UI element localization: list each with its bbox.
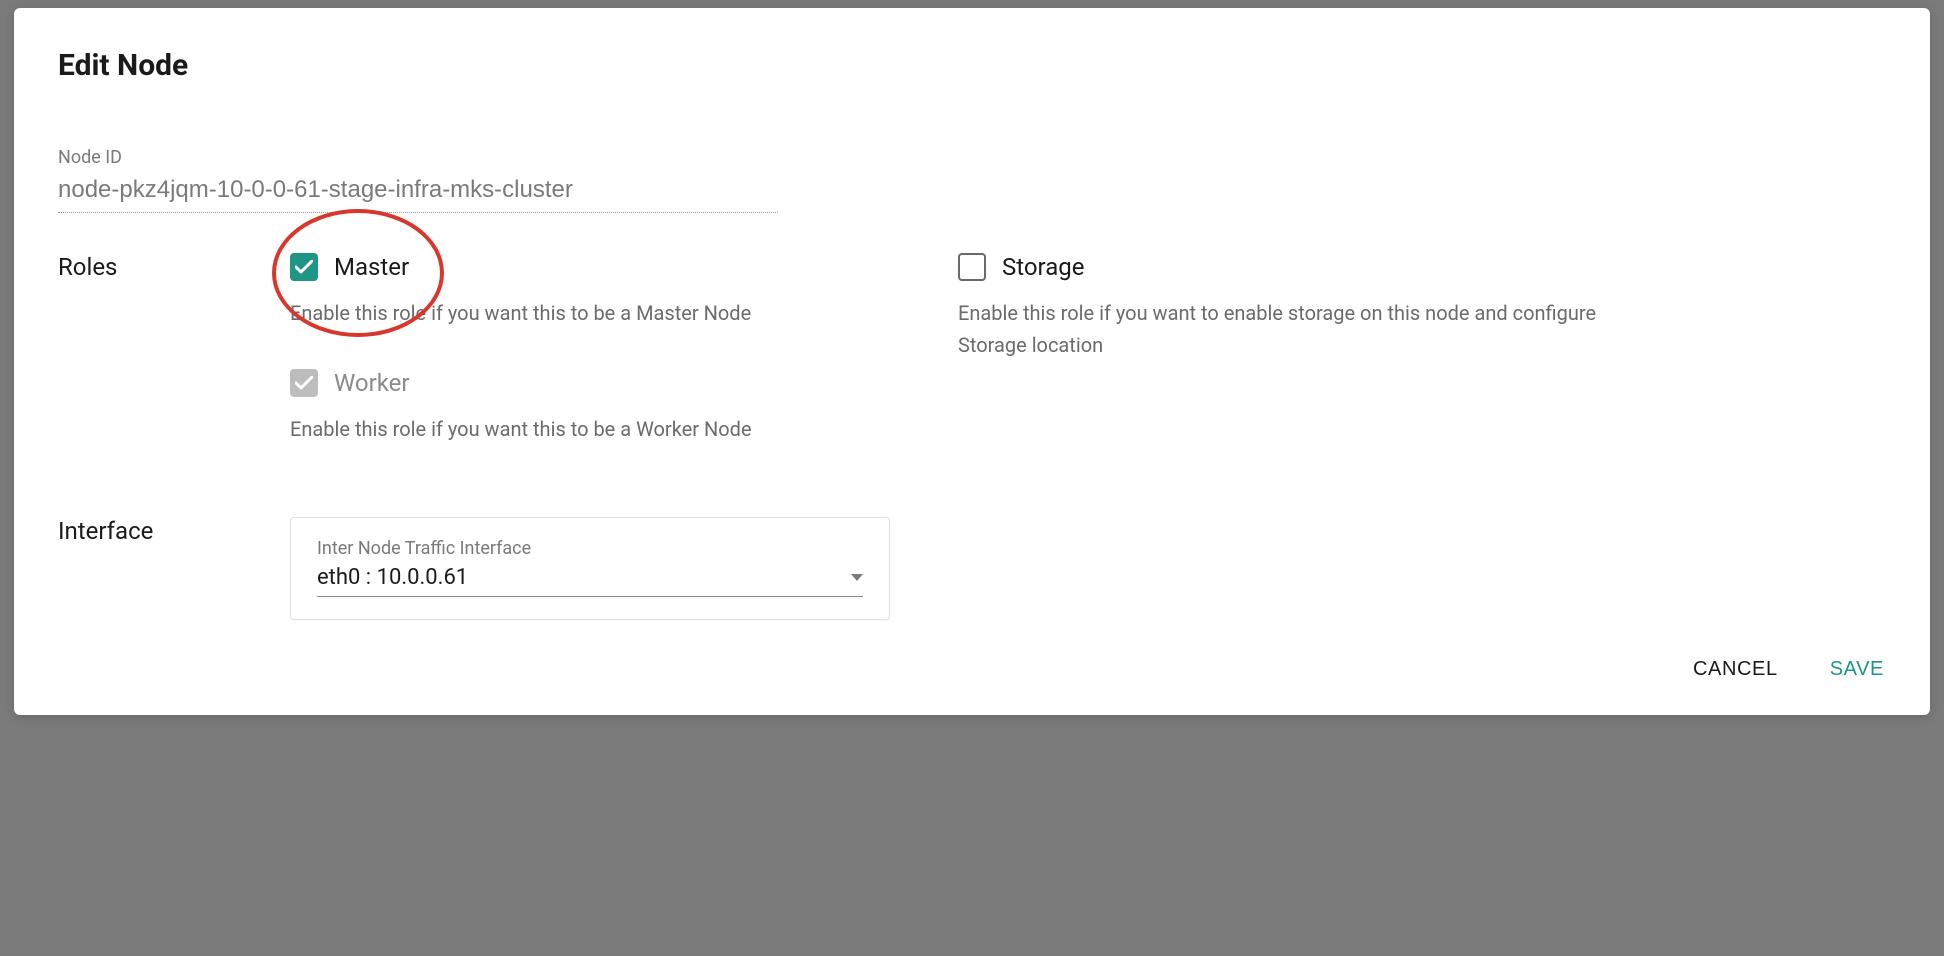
storage-checkbox[interactable] — [958, 253, 986, 281]
master-checkbox-row: Master — [290, 253, 894, 281]
chevron-down-icon — [851, 574, 863, 581]
save-button[interactable]: SAVE — [1828, 652, 1886, 687]
master-helper: Enable this role if you want this to be … — [290, 297, 894, 329]
edit-node-dialog: Edit Node Node ID Roles Master Enable th… — [14, 8, 1930, 715]
interface-row: Interface Inter Node Traffic Interface e… — [58, 517, 1886, 620]
check-icon — [295, 376, 313, 390]
master-label: Master — [334, 253, 409, 281]
check-icon — [295, 260, 313, 274]
dialog-actions: CANCEL SAVE — [58, 652, 1886, 687]
roles-col-left: Master Enable this role if you want this… — [290, 253, 894, 485]
interface-select[interactable]: eth0 : 10.0.0.61 — [317, 561, 863, 597]
roles-container: Master Enable this role if you want this… — [290, 253, 1886, 485]
interface-select-value: eth0 : 10.0.0.61 — [317, 565, 468, 590]
roles-label: Roles — [58, 253, 290, 281]
node-id-label: Node ID — [58, 147, 1886, 168]
worker-label: Worker — [334, 369, 410, 397]
interface-select-label: Inter Node Traffic Interface — [317, 538, 863, 559]
cancel-button[interactable]: CANCEL — [1691, 652, 1780, 687]
roles-col-right: Storage Enable this role if you want to … — [958, 253, 1598, 485]
node-id-input[interactable] — [58, 172, 778, 213]
worker-helper: Enable this role if you want this to be … — [290, 413, 894, 445]
interface-label: Interface — [58, 517, 290, 545]
worker-checkbox — [290, 369, 318, 397]
storage-checkbox-row: Storage — [958, 253, 1598, 281]
storage-helper: Enable this role if you want to enable s… — [958, 297, 1598, 361]
worker-checkbox-row: Worker — [290, 369, 894, 397]
master-checkbox[interactable] — [290, 253, 318, 281]
interface-select-card: Inter Node Traffic Interface eth0 : 10.0… — [290, 517, 890, 620]
node-id-field: Node ID — [58, 147, 1886, 213]
storage-label: Storage — [1002, 253, 1084, 281]
roles-row: Roles Master Enable this role if you wan… — [58, 253, 1886, 485]
dialog-title: Edit Node — [58, 48, 1886, 83]
